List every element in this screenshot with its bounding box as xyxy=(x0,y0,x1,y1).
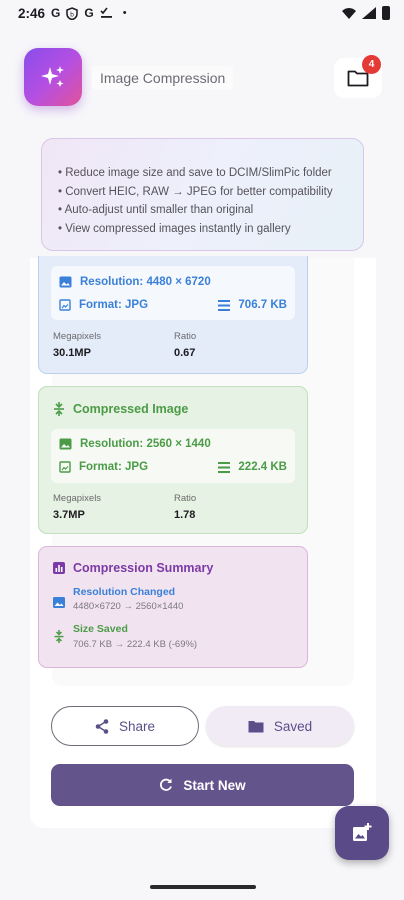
saved-button[interactable]: Saved xyxy=(206,706,354,746)
compressed-ratio-label: Ratio xyxy=(174,493,197,504)
compressed-format: Format: JPG xyxy=(59,461,148,473)
battery-icon xyxy=(382,6,390,20)
compressed-format-text: Format: JPG xyxy=(79,461,149,473)
share-label: Share xyxy=(118,718,156,734)
original-size-text: 706.7 KB xyxy=(238,299,287,311)
original-format-text: Format: JPG xyxy=(79,299,149,311)
sparkles-icon xyxy=(41,66,64,87)
share-icon xyxy=(95,718,109,734)
info-line: • Reduce image size and save to DCIM/Sli… xyxy=(58,167,332,179)
compressed-detail-box: Resolution: 2560 × 1440 Format: JPG 222.… xyxy=(51,429,295,483)
image-outline-icon xyxy=(59,299,71,311)
resolution-changed-title: Resolution Changed xyxy=(73,586,176,598)
summary-title: Compression Summary xyxy=(53,561,213,575)
google-g-icon: G xyxy=(51,6,61,20)
add-photo-icon xyxy=(353,823,372,841)
storage-icon xyxy=(218,299,231,311)
info-line: • View compressed images instantly in ga… xyxy=(58,222,291,235)
start-new-button[interactable]: Start New xyxy=(51,764,354,806)
compress-icon xyxy=(54,630,64,643)
google-g-icon: G xyxy=(84,6,94,20)
share-button[interactable]: Share xyxy=(51,706,199,746)
compressed-resolution-text: Resolution: 2560 × 1440 xyxy=(80,438,211,450)
original-ratio-label: Ratio xyxy=(174,331,197,342)
status-right xyxy=(342,6,390,20)
image-icon xyxy=(59,276,72,288)
home-indicator[interactable] xyxy=(150,885,256,889)
compressed-resolution: Resolution: 2560 × 1440 xyxy=(59,438,211,450)
app-logo xyxy=(24,48,82,106)
original-megapixels-label: Megapixels xyxy=(53,331,102,342)
original-ratio-value: 0.67 xyxy=(174,347,196,359)
compressed-size: 222.4 KB xyxy=(218,461,287,473)
original-image-section: Resolution: 4480 × 6720 Format: JPG 706.… xyxy=(38,256,308,374)
info-line: • Auto-adjust until smaller than origina… xyxy=(58,204,254,216)
size-saved-title: Size Saved xyxy=(73,623,128,635)
original-megapixels-value: 30.1MP xyxy=(53,347,91,359)
status-bar: 2:46 G b G • xyxy=(0,0,404,26)
folder-icon xyxy=(248,720,264,732)
image-outline-icon xyxy=(59,461,71,473)
checklist-icon xyxy=(100,7,112,18)
image-icon xyxy=(59,438,72,450)
start-new-label: Start New xyxy=(183,777,246,793)
compressed-title-text: Compressed Image xyxy=(73,402,189,416)
compressed-ratio-value: 1.78 xyxy=(174,509,196,521)
app-title: Image Compression xyxy=(92,66,234,90)
status-time: 2:46 xyxy=(18,5,46,21)
compressed-megapixels-value: 3.7MP xyxy=(53,509,85,521)
image-icon xyxy=(53,597,65,608)
app-header: Image Compression 4 xyxy=(0,40,404,120)
refresh-icon xyxy=(160,778,173,791)
notification-badge: 4 xyxy=(362,55,381,74)
compress-icon xyxy=(54,402,64,416)
status-left: 2:46 G b G • xyxy=(18,6,127,21)
chart-icon xyxy=(53,562,65,574)
original-format: Format: JPG xyxy=(59,299,148,311)
shield-icon: b xyxy=(66,6,79,20)
compressed-size-text: 222.4 KB xyxy=(238,461,287,473)
original-resolution-text: Resolution: 4480 × 6720 xyxy=(80,276,211,288)
compressed-title: Compressed Image xyxy=(53,402,188,416)
size-saved-detail: 706.7 KB → 222.4 KB (-69%) xyxy=(73,639,198,650)
compressed-megapixels-label: Megapixels xyxy=(53,493,102,504)
compressed-image-section: Compressed Image Resolution: 2560 × 1440… xyxy=(38,386,308,534)
compression-summary-section: Compression Summary Resolution Changed 4… xyxy=(38,546,308,668)
resolution-changed-detail: 4480×6720 → 2560×1440 xyxy=(73,601,184,612)
info-line: • Convert HEIC, RAW → JPEG for better co… xyxy=(58,185,333,198)
original-detail-box: Resolution: 4480 × 6720 Format: JPG 706.… xyxy=(51,266,295,320)
original-resolution: Resolution: 4480 × 6720 xyxy=(59,276,211,288)
add-photo-fab[interactable] xyxy=(335,806,389,860)
original-size: 706.7 KB xyxy=(218,299,287,311)
notification-dot: • xyxy=(122,7,127,19)
info-box: • Reduce image size and save to DCIM/Sli… xyxy=(41,138,364,251)
storage-icon xyxy=(218,461,231,473)
signal-icon xyxy=(362,7,376,19)
saved-label: Saved xyxy=(273,718,313,734)
svg-text:b: b xyxy=(70,11,74,18)
wifi-icon xyxy=(342,7,356,19)
summary-title-text: Compression Summary xyxy=(73,561,214,575)
